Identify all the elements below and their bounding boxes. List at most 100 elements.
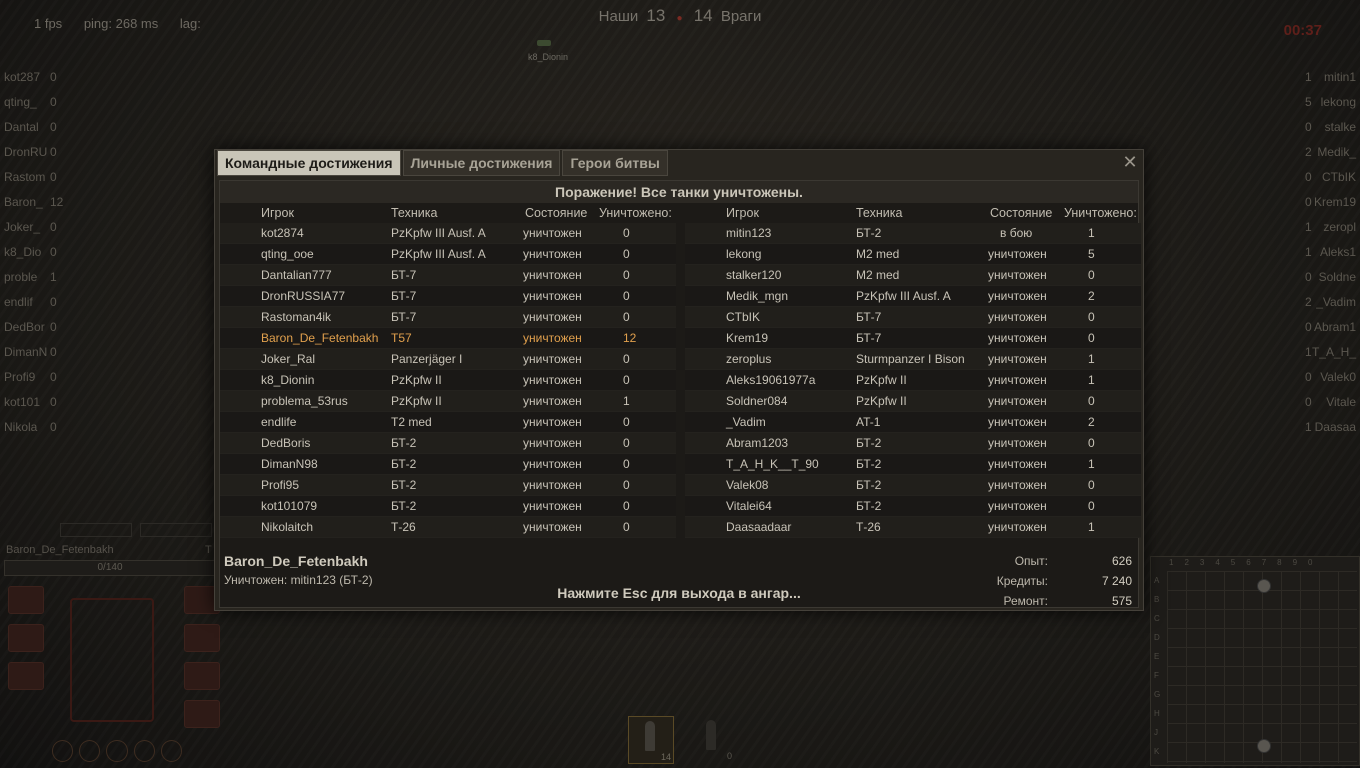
- module-icon: [184, 624, 220, 652]
- vehicle-name: БТ-2: [391, 478, 417, 492]
- kill-count: 1: [1305, 70, 1312, 84]
- table-row: Baron_De_Fetenbakh T57 уничтожен 12: [220, 328, 676, 349]
- table-row: CTbIK БТ-7 уничтожен 0: [685, 307, 1141, 328]
- tab-battle-heroes[interactable]: Герои битвы: [562, 150, 668, 176]
- list-item: zeropl 1: [1262, 218, 1358, 243]
- enemy-team-table: Игрок Техника Состояние Уничтожено: miti…: [685, 203, 1141, 538]
- kill-count: 1: [1305, 420, 1312, 434]
- table-row: DedBoris БТ-2 уничтожен 0: [220, 433, 676, 454]
- tank-damage-icon: [70, 598, 154, 722]
- enemy-player-list: mitin1 1 lekong 5 stalke 0 Medik_ 2 CTbIK 0 Krem19…: [1262, 68, 1358, 443]
- player-short-name: Profi9: [4, 370, 36, 384]
- kill-count: 0: [50, 70, 57, 84]
- kill-count: 0: [623, 415, 630, 429]
- player-name: Joker_Ral: [261, 352, 316, 366]
- battle-timer: 00:37: [1283, 22, 1322, 39]
- list-item: endlif 0: [4, 293, 74, 318]
- tank-marker-label: k8_Dionin: [528, 52, 569, 62]
- list-item: mitin1 1: [1262, 68, 1358, 93]
- kill-count: 0: [623, 478, 630, 492]
- kill-count: 0: [623, 310, 630, 324]
- ally-rows: kot2874 PzKpfw III Ausf. Aуничтожен 0 qting…: [220, 223, 676, 538]
- player-short-name: Aleks1: [1319, 245, 1356, 259]
- player-state: уничтожен: [523, 373, 582, 387]
- kill-count: 1: [1088, 520, 1095, 534]
- table-row: zeroplus Sturmpanzer I Bison уничтожен 1: [685, 349, 1141, 370]
- panel-button[interactable]: [140, 523, 212, 537]
- module-icon: [8, 586, 44, 614]
- health-bar: 0/140: [4, 560, 216, 576]
- kill-count: 0: [1088, 478, 1095, 492]
- player-short-name: qting_: [4, 95, 37, 109]
- list-item: kot287 0: [4, 68, 74, 93]
- player-state: в бою: [1000, 226, 1033, 240]
- player-name: Abram1203: [726, 436, 789, 450]
- shell-icon: [645, 721, 655, 751]
- table-row: DronRUSSIA77 БТ-7 уничтожен 0: [220, 286, 676, 307]
- player-name: Daasaadaar: [726, 520, 792, 534]
- vehicle-name: Т-26: [391, 520, 416, 534]
- player-short-name: Valek0: [1320, 370, 1356, 384]
- kill-count: 0: [50, 295, 57, 309]
- kill-count: 2: [1305, 145, 1312, 159]
- list-item: Daasaa 1: [1262, 418, 1358, 443]
- player-name: Baron_De_Fetenbakh: [224, 553, 368, 569]
- vehicle-name: БТ-2: [391, 436, 417, 450]
- minimap-grid: [1167, 571, 1357, 763]
- earnings-stats: Опыт: 626 Кредиты: 7 240 Ремонт: 575: [982, 551, 1132, 611]
- player-short-name: proble: [4, 270, 38, 284]
- list-item: Profi9 0: [4, 368, 74, 393]
- battle-results-dialog: Командные достижения Личные достижения Г…: [214, 149, 1144, 611]
- ally-team-table: Игрок Техника Состояние Уничтожено: kot2…: [220, 203, 676, 538]
- header-vehicle: Техника: [391, 206, 438, 220]
- vehicle-name: T2 med: [391, 415, 432, 429]
- kill-count: 2: [1305, 295, 1312, 309]
- player-name: kot101079: [261, 499, 318, 513]
- ammo-slot-2[interactable]: 0: [690, 716, 734, 762]
- kill-count: 0: [1305, 120, 1312, 134]
- player-state: уничтожен: [523, 352, 582, 366]
- minimap-row-label: A: [1154, 576, 1160, 585]
- player-short-name: Joker_: [4, 220, 41, 234]
- minimap-row-label: K: [1154, 747, 1160, 756]
- close-button[interactable]: ✕: [1121, 152, 1139, 172]
- minimap-row-label: D: [1154, 633, 1160, 642]
- kill-count: 0: [1305, 395, 1312, 409]
- player-state: уничтожен: [523, 415, 582, 429]
- kill-count: 1: [1305, 245, 1312, 259]
- kill-count: 0: [50, 220, 57, 234]
- player-short-name: Vitale: [1326, 395, 1356, 409]
- list-item: qting_ 0: [4, 93, 74, 118]
- table-row: DimanN98 БТ-2 уничтожен 0: [220, 454, 676, 475]
- panel-button[interactable]: [60, 523, 132, 537]
- table-row: mitin123 БТ-2 в бою 1: [685, 223, 1141, 244]
- kill-count: 0: [623, 373, 630, 387]
- ammo-slot-1[interactable]: 14: [628, 716, 674, 764]
- header-vehicle: Техника: [856, 206, 903, 220]
- kill-count: 1: [1305, 220, 1312, 234]
- results-panel: Поражение! Все танки уничтожены. Игрок Т…: [219, 180, 1141, 611]
- kill-count: 0: [50, 95, 57, 109]
- kill-count: 1: [1088, 226, 1095, 240]
- minimap[interactable]: 1234567890 A B C D E F G H J K: [1150, 556, 1360, 766]
- kill-count: 0: [1088, 394, 1095, 408]
- table-row: endlife T2 med уничтожен 0: [220, 412, 676, 433]
- tab-bar: Командные достижения Личные достижения Г…: [217, 150, 670, 176]
- kill-count: 0: [623, 520, 630, 534]
- player-state: уничтожен: [988, 268, 1047, 282]
- list-item: Baron_ 12: [4, 193, 74, 218]
- player-short-name: zeropl: [1323, 220, 1356, 234]
- tab-team-achievements[interactable]: Командные достижения: [217, 150, 401, 176]
- table-row: Nikolaitch Т-26 уничтожен 0: [220, 517, 676, 538]
- player-tag: T: [205, 544, 212, 556]
- kill-count: 0: [1088, 310, 1095, 324]
- kill-count: 0: [50, 320, 57, 334]
- stat-value: 626: [1111, 554, 1132, 568]
- table-header: Игрок Техника Состояние Уничтожено:: [220, 203, 676, 223]
- player-state: уничтожен: [988, 331, 1047, 345]
- kill-count: 0: [623, 352, 630, 366]
- tab-personal-achievements[interactable]: Личные достижения: [402, 150, 561, 176]
- list-item: DimanN 0: [4, 343, 74, 368]
- player-name: Vitalei64: [726, 499, 772, 513]
- player-short-name: kot287: [4, 70, 41, 84]
